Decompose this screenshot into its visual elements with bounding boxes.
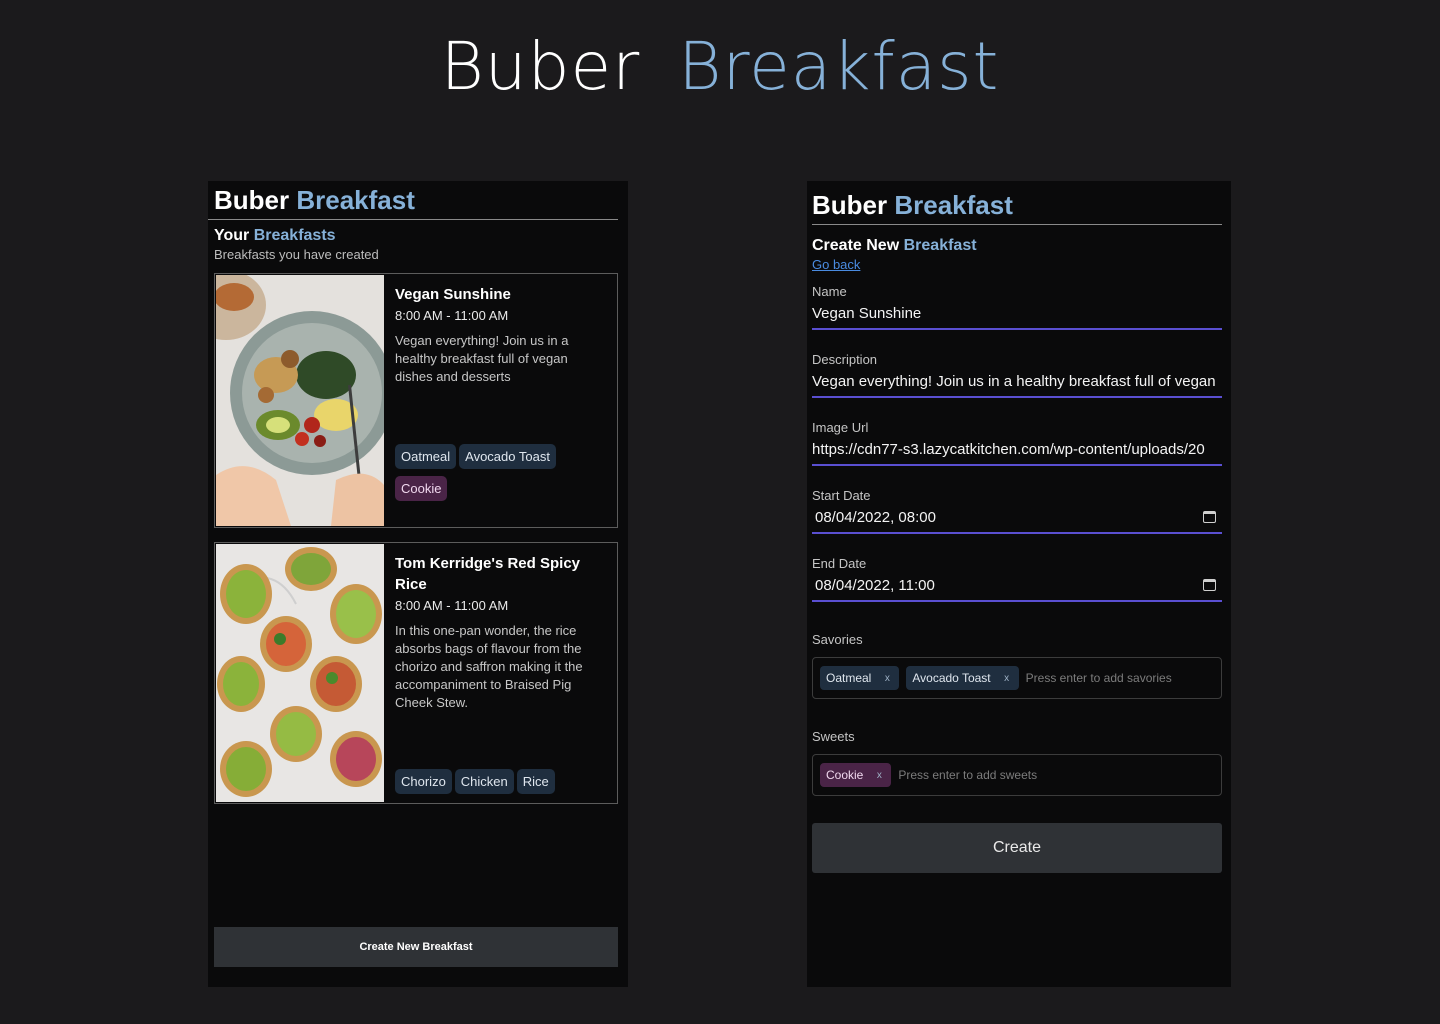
section-header: Your Breakfasts Breakfasts you have crea… [214,227,379,262]
breakfast-name: Tom Kerridge's Red Spicy Rice [395,555,581,593]
remove-chip-icon[interactable]: x [1001,673,1013,684]
savory-tag: Oatmeal [395,444,457,469]
breakfast-list-screen: Buber Breakfast Your Breakfasts Breakfas… [208,181,628,987]
card-tags: Chorizo Chicken Rice [395,769,607,801]
card-body: Tom Kerridge's Red Spicy Rice 8:00 AM - … [395,553,603,712]
brand-word-breakfast: Breakfast [296,185,415,215]
create-new-breakfast-button[interactable]: Create New Breakfast [214,927,618,967]
start-date-value: 08/04/2022, 08:00 [815,509,936,526]
end-date-input[interactable]: 08/04/2022, 11:00 [812,571,1222,602]
breakfast-description: In this one-pan wonder, the rice absorbs… [395,623,583,710]
section-subtitle: Breakfasts you have created [214,247,379,262]
savories-label: Savories [812,632,863,647]
image-url-input[interactable]: https://cdn77-s3.lazycatkitchen.com/wp-c… [812,435,1222,466]
description-input[interactable]: Vegan everything! Join us in a healthy b… [812,367,1222,398]
create-breakfast-form: Buber Breakfast Create New Breakfast Go … [812,181,1222,873]
breakfast-time: 8:00 AM - 11:00 AM [395,308,509,323]
remove-chip-icon[interactable]: x [881,673,893,684]
savory-chip: Oatmeal x [820,666,900,690]
breakfast-card[interactable]: Tom Kerridge's Red Spicy Rice 8:00 AM - … [214,542,618,804]
chip-label: Cookie [826,768,864,782]
chip-label: Avocado Toast [912,671,991,685]
title-word-create-new: Create New [812,237,900,254]
calendar-icon[interactable] [1203,579,1216,591]
app-brand: Buber Breakfast [208,181,618,220]
hero-word-buber: Buber [440,28,641,105]
sweets-chip-input[interactable]: Cookie x Press enter to add sweets [812,754,1222,796]
chip-label: Oatmeal [826,671,872,685]
create-breakfast-screen: Buber Breakfast Create New Breakfast Go … [807,181,1231,987]
title-word-breakfast: Breakfast [903,237,977,254]
image-url-label: Image Url [812,420,869,435]
savory-tag: Chicken [454,769,514,794]
calendar-icon[interactable] [1203,511,1216,523]
sweets-label: Sweets [812,729,855,744]
brand-word-breakfast: Breakfast [894,190,1013,220]
section-title: Your Breakfasts [214,227,379,245]
title-word-breakfasts: Breakfasts [253,227,336,244]
start-date-label: Start Date [812,488,871,503]
title-word-your: Your [214,227,250,244]
end-date-label: End Date [812,556,867,571]
hero-word-breakfast: Breakfast [678,28,1000,105]
card-body: Vegan Sunshine 8:00 AM - 11:00 AM Vegan … [395,284,603,386]
description-label: Description [812,352,878,367]
start-date-input[interactable]: 08/04/2022, 08:00 [812,503,1222,534]
sweets-placeholder[interactable]: Press enter to add sweets [898,768,1037,782]
sweet-chip: Cookie x [820,763,892,787]
sweet-tag: Cookie [395,476,448,501]
breakfast-card[interactable]: Vegan Sunshine 8:00 AM - 11:00 AM Vegan … [214,273,618,528]
name-label: Name [812,284,847,299]
savory-tag: Chorizo [395,769,452,794]
go-back-link[interactable]: Go back [812,257,860,272]
breakfast-description: Vegan everything! Join us in a healthy b… [395,333,569,384]
savories-chip-input[interactable]: Oatmeal x Avocado Toast x Press enter to… [812,657,1222,699]
create-button[interactable]: Create [812,823,1222,873]
brand-word-buber: Buber [812,190,888,220]
card-tags: Oatmeal Avocado Toast Cookie [395,444,607,508]
name-input[interactable]: Vegan Sunshine [812,299,1222,330]
app-brand: Buber Breakfast [812,186,1222,225]
savory-chip: Avocado Toast x [906,666,1019,690]
brand-word-buber: Buber [214,185,290,215]
savory-tag: Rice [516,769,555,794]
savory-tag: Avocado Toast [459,444,556,469]
breakfast-image-avocado-toasts [216,544,384,802]
breakfast-name: Vegan Sunshine [395,286,511,303]
savories-placeholder[interactable]: Press enter to add savories [1026,671,1172,685]
section-title: Create New Breakfast [812,237,1222,255]
breakfast-time: 8:00 AM - 11:00 AM [395,598,509,613]
hero-title: Buber Breakfast [0,28,1440,105]
end-date-value: 08/04/2022, 11:00 [815,577,935,594]
breakfast-image-vegan-bowl [216,275,384,526]
remove-chip-icon[interactable]: x [873,770,885,781]
